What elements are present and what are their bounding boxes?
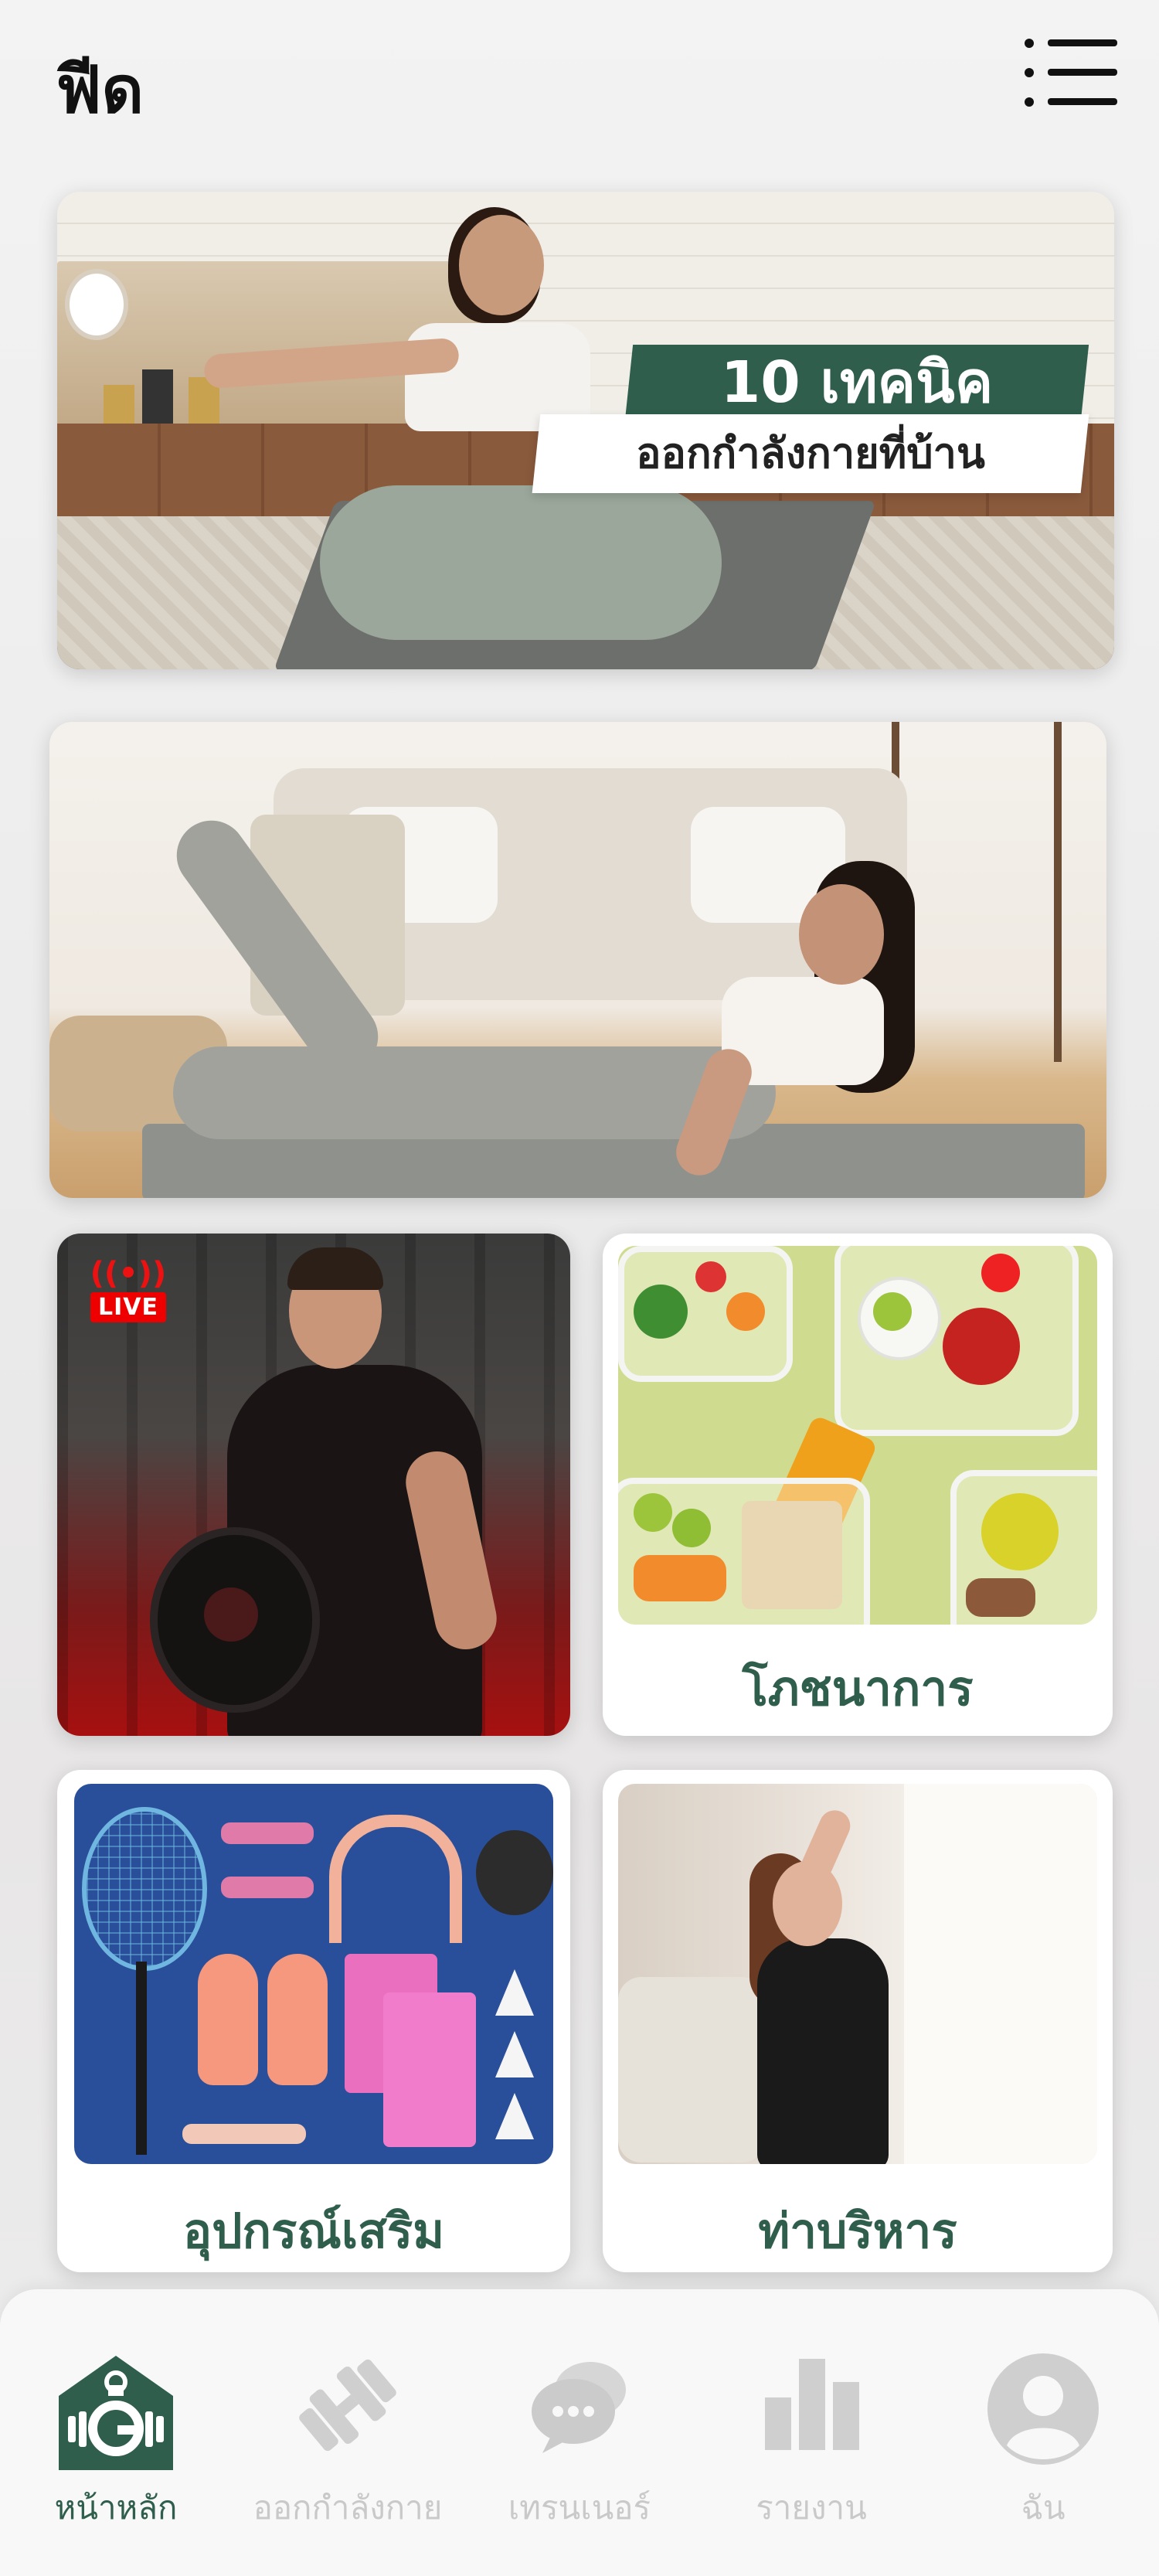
nav-item-report[interactable]: รายงาน (695, 2289, 927, 2576)
equipment-photo (74, 1784, 553, 2164)
armchair (618, 1977, 765, 2163)
banner-subline: ออกกำลังกายที่บ้าน (636, 429, 985, 478)
page-title: ฟีด (56, 52, 144, 128)
tile-live-training[interactable]: ((•)) LIVE (57, 1234, 570, 1736)
tile-label-nutrition: โภชนาการ (742, 1660, 974, 1717)
headphones (329, 1815, 462, 1943)
nav-label: ฉัน (1021, 2489, 1066, 2527)
bar-chart-icon (757, 2351, 865, 2462)
woman-stretching-photo (757, 1938, 889, 2164)
pink-dumbbell (221, 1822, 314, 1844)
badminton-racket (82, 1807, 207, 1971)
running-shoes (198, 1954, 258, 2085)
home-gym-icon (54, 2351, 178, 2478)
nutrition-photo (618, 1246, 1097, 1625)
nav-item-home[interactable]: หน้าหลัก (0, 2289, 232, 2576)
live-label: LIVE (90, 1292, 166, 1322)
nav-label: รายงาน (756, 2489, 867, 2527)
nav-label: เทรนเนอร์ (508, 2489, 651, 2527)
nav-label: ออกกำลังกาย (253, 2489, 443, 2527)
nav-label: หน้าหลัก (54, 2489, 178, 2527)
banner-living-room-workout[interactable] (49, 722, 1106, 1198)
exercise-pose-photo (618, 1784, 1097, 2164)
hamburger-menu-icon[interactable] (1020, 39, 1119, 108)
tile-label-equipment: อุปกรณ์เสริม (182, 2203, 445, 2259)
broadcast-icon: ((•)) (90, 1256, 167, 1291)
live-badge: ((•)) LIVE (87, 1257, 170, 1322)
shuttlecock (495, 1969, 534, 2016)
banner-home-workout-tips[interactable]: 10 เทคนิค ออกกำลังกายที่บ้าน (57, 192, 1114, 669)
profile-icon (985, 2351, 1101, 2470)
nav-item-workout[interactable]: ออกกำลังกาย (232, 2289, 464, 2576)
kettlebell (476, 1830, 553, 1915)
top-header: ฟีด (0, 0, 1159, 170)
resistance-band (182, 2124, 306, 2144)
clock-icon (65, 269, 128, 340)
chat-bubble-icon (525, 2351, 634, 2462)
dumbbell-icon (294, 2351, 402, 2462)
tile-label-exercise: ท่าบริหาร (758, 2203, 957, 2259)
bottom-navigation: หน้าหลัก ออกกำลังกาย เทรนเนอร์ รายงาน ฉั… (0, 2289, 1159, 2576)
nav-item-profile[interactable]: ฉัน (927, 2289, 1159, 2576)
woman-stretching-photo (320, 485, 722, 640)
nav-item-trainer[interactable]: เทรนเนอร์ (464, 2289, 695, 2576)
tile-exercise-poses[interactable]: ท่าบริหาร (603, 1770, 1113, 2272)
tile-nutrition[interactable]: โภชนาการ (603, 1234, 1113, 1736)
tile-equipment[interactable]: อุปกรณ์เสริม (57, 1770, 570, 2272)
plant-shelf (892, 722, 1062, 1062)
banner-headline: 10 เทคนิค (720, 349, 994, 416)
